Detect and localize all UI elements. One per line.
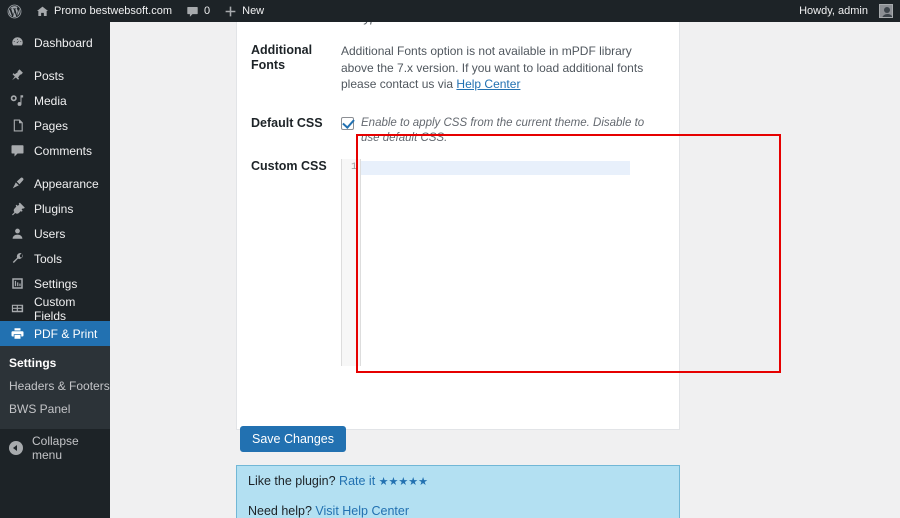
pdf-print-submenu: Settings Headers & Footers BWS Panel <box>0 346 110 429</box>
editor-line-number-gutter: 1 <box>342 159 361 366</box>
sidebar-item-label: Appearance <box>34 176 99 191</box>
setting-label-additional-fonts: Additional Fonts <box>251 43 313 72</box>
save-changes-button[interactable]: Save Changes <box>240 426 347 452</box>
main-content-area: the typical of the document Additional F… <box>110 22 900 518</box>
sidebar-item-label: Users <box>34 226 66 241</box>
sidebar-item-users[interactable]: Users <box>0 221 110 246</box>
submenu-item-bws-panel[interactable]: BWS Panel <box>0 398 110 421</box>
comments-button[interactable]: 0 <box>179 0 217 22</box>
new-content-label: New <box>242 5 265 17</box>
sidebar-item-label: PDF & Print <box>34 326 98 341</box>
sidebar-item-label: Comments <box>34 143 93 158</box>
editor-code-area[interactable] <box>361 159 646 366</box>
sidebar-item-custom-fields[interactable]: Custom Fields <box>0 294 110 323</box>
submenu-item-settings[interactable]: Settings <box>0 352 110 375</box>
sidebar-item-settings[interactable]: Settings <box>0 271 110 296</box>
rate-it-link[interactable]: Rate it <box>339 474 375 488</box>
sidebar-item-label: Plugins <box>34 201 74 216</box>
comment-bubble-icon <box>9 143 25 159</box>
custom-css-code-editor[interactable]: 1 <box>341 159 646 366</box>
setting-row-additional-fonts: Additional Fonts Additional Fonts option… <box>237 43 679 93</box>
user-icon <box>9 226 25 242</box>
sidebar-item-tools[interactable]: Tools <box>0 246 110 271</box>
site-name-button[interactable]: Promo bestwebsoft.com <box>29 0 179 22</box>
comment-bubble-icon <box>186 5 199 18</box>
sidebar-item-label: Custom Fields <box>34 294 76 323</box>
menu-separator-1 <box>0 55 110 63</box>
sidebar-item-pdf-and-print[interactable]: PDF & Print <box>0 321 118 346</box>
paintbrush-icon <box>9 176 25 192</box>
editor-line-number: 1 <box>350 162 357 173</box>
settings-form-card: the typical of the document Additional F… <box>236 22 781 430</box>
need-help-text: Need help? <box>248 504 316 518</box>
sidebar-item-dashboard[interactable]: Dashboard <box>0 30 110 55</box>
help-center-link[interactable]: Help Center <box>456 77 520 91</box>
setting-row-default-css: Default CSS Enable to apply CSS from the… <box>237 116 679 146</box>
rate-plugin-notice: Like the plugin? Rate it ★★★★★ <box>236 465 680 498</box>
new-content-button[interactable]: New <box>217 0 271 22</box>
dashboard-icon <box>9 35 25 51</box>
setting-label-custom-css: Custom CSS <box>251 159 327 173</box>
sidebar-item-label: Media <box>34 93 67 108</box>
admin-sidebar-menu: Dashboard Posts Media Pages Comments App… <box>0 22 118 518</box>
setting-label-default-css: Default CSS <box>251 116 323 130</box>
submenu-item-headers-footers[interactable]: Headers & Footers <box>0 375 110 398</box>
sidebar-item-label: Posts <box>34 68 65 83</box>
sidebar-item-media[interactable]: Media <box>0 88 110 113</box>
sidebar-item-appearance[interactable]: Appearance <box>0 171 110 196</box>
collapse-menu-label: Collapse menu <box>32 433 79 462</box>
plus-icon <box>224 5 237 18</box>
menu-spacer-top <box>0 22 110 30</box>
comments-count: 0 <box>204 5 211 17</box>
rate-plugin-text: Like the plugin? <box>248 474 340 488</box>
sidebar-item-label: Tools <box>34 251 63 266</box>
pin-icon <box>9 68 25 84</box>
rating-stars[interactable]: ★★★★★ <box>379 476 428 488</box>
collapse-arrow-icon <box>9 440 23 455</box>
sidebar-item-comments[interactable]: Comments <box>0 138 110 163</box>
site-name-label: Promo bestwebsoft.com <box>54 5 172 17</box>
visit-help-center-link[interactable]: Visit Help Center <box>315 504 409 518</box>
default-css-checkbox-label: Enable to apply CSS from the current the… <box>361 117 645 144</box>
user-avatar-icon <box>879 4 893 18</box>
admin-bar: Promo bestwebsoft.com 0 New Howdy, admin <box>0 0 900 22</box>
wordpress-logo-button[interactable] <box>0 0 29 22</box>
sidebar-item-pages[interactable]: Pages <box>0 113 110 138</box>
need-help-notice: Need help? Visit Help Center <box>236 496 680 518</box>
collapse-menu-button[interactable]: Collapse menu <box>0 433 110 462</box>
printer-icon <box>9 326 25 342</box>
wrench-icon <box>9 251 25 267</box>
media-icon <box>9 93 25 109</box>
home-icon <box>36 5 49 18</box>
sliders-icon <box>9 276 25 292</box>
editor-active-line[interactable] <box>361 161 630 175</box>
plug-icon <box>9 201 25 217</box>
additional-fonts-description: Additional Fonts option is not available… <box>341 43 665 93</box>
menu-separator-2 <box>0 163 110 171</box>
clipped-setting-row: the typical of the document <box>237 22 679 25</box>
my-account-button[interactable]: Howdy, admin <box>792 0 900 22</box>
sidebar-item-plugins[interactable]: Plugins <box>0 196 110 221</box>
sidebar-item-label: Dashboard <box>34 35 93 50</box>
default-css-checkbox[interactable] <box>341 117 354 130</box>
sidebar-item-label: Settings <box>34 276 78 291</box>
sidebar-item-label: Pages <box>34 118 69 133</box>
pages-icon <box>9 118 25 134</box>
howdy-label: Howdy, admin <box>799 5 868 17</box>
sidebar-item-posts[interactable]: Posts <box>0 63 110 88</box>
wordpress-logo-icon <box>7 4 22 19</box>
grid-icon <box>9 301 25 317</box>
